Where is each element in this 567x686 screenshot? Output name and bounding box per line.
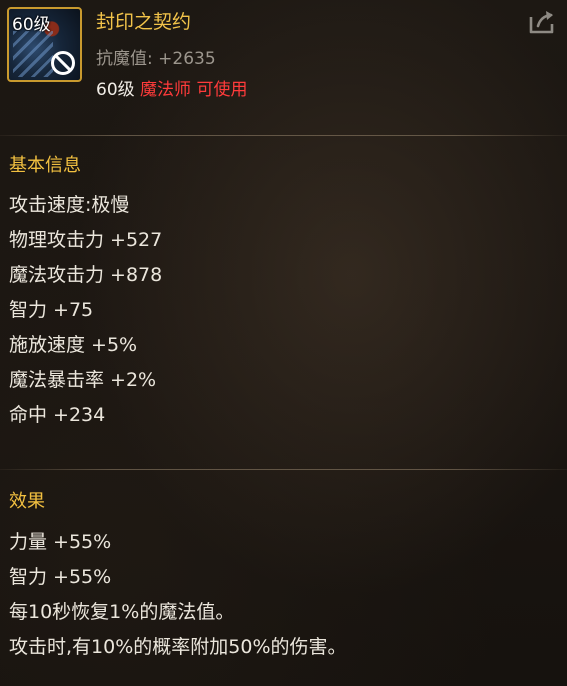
stat-attack-speed: 攻击速度:极慢 <box>9 194 130 216</box>
stat-physical-attack: 物理攻击力 +527 <box>9 229 163 251</box>
stat-intelligence: 智力 +75 <box>9 299 94 321</box>
item-tooltip: 60级 封印之契约 抗魔值: +2635 60级 魔法师 可使用 基本信息 攻击… <box>0 0 567 686</box>
effect-intelligence: 智力 +55% <box>9 566 112 588</box>
effect-bonus-damage: 攻击时,有10%的概率附加50%的伤害。 <box>9 636 347 658</box>
effect-title: 效果 <box>9 491 45 512</box>
stat-cast-speed: 施放速度 +5% <box>9 334 138 356</box>
stat-magic-crit: 魔法暴击率 +2% <box>9 369 157 391</box>
magic-resist: 抗魔值: +2635 <box>96 49 216 69</box>
effect-strength: 力量 +55% <box>9 531 112 553</box>
item-name: 封印之契约 <box>96 11 192 33</box>
required-class: 魔法师 可使用 <box>140 80 248 100</box>
required-level: 60级 <box>96 80 135 100</box>
stat-hit: 命中 +234 <box>9 404 106 426</box>
effect-mp-regen: 每10秒恢复1%的魔法值。 <box>9 601 235 623</box>
item-icon-art <box>13 31 53 77</box>
no-use-icon <box>51 51 75 75</box>
stat-magic-attack: 魔法攻击力 +878 <box>9 264 163 286</box>
item-header: 60级 封印之契约 抗魔值: +2635 60级 魔法师 可使用 <box>0 0 567 118</box>
share-icon[interactable] <box>527 9 557 35</box>
item-icon: 60级 <box>7 7 82 82</box>
requirement-line: 60级 魔法师 可使用 <box>96 75 247 100</box>
header-divider <box>0 135 567 136</box>
section-divider <box>0 469 567 470</box>
item-icon-level: 60级 <box>12 15 51 35</box>
basic-info-title: 基本信息 <box>9 155 81 176</box>
